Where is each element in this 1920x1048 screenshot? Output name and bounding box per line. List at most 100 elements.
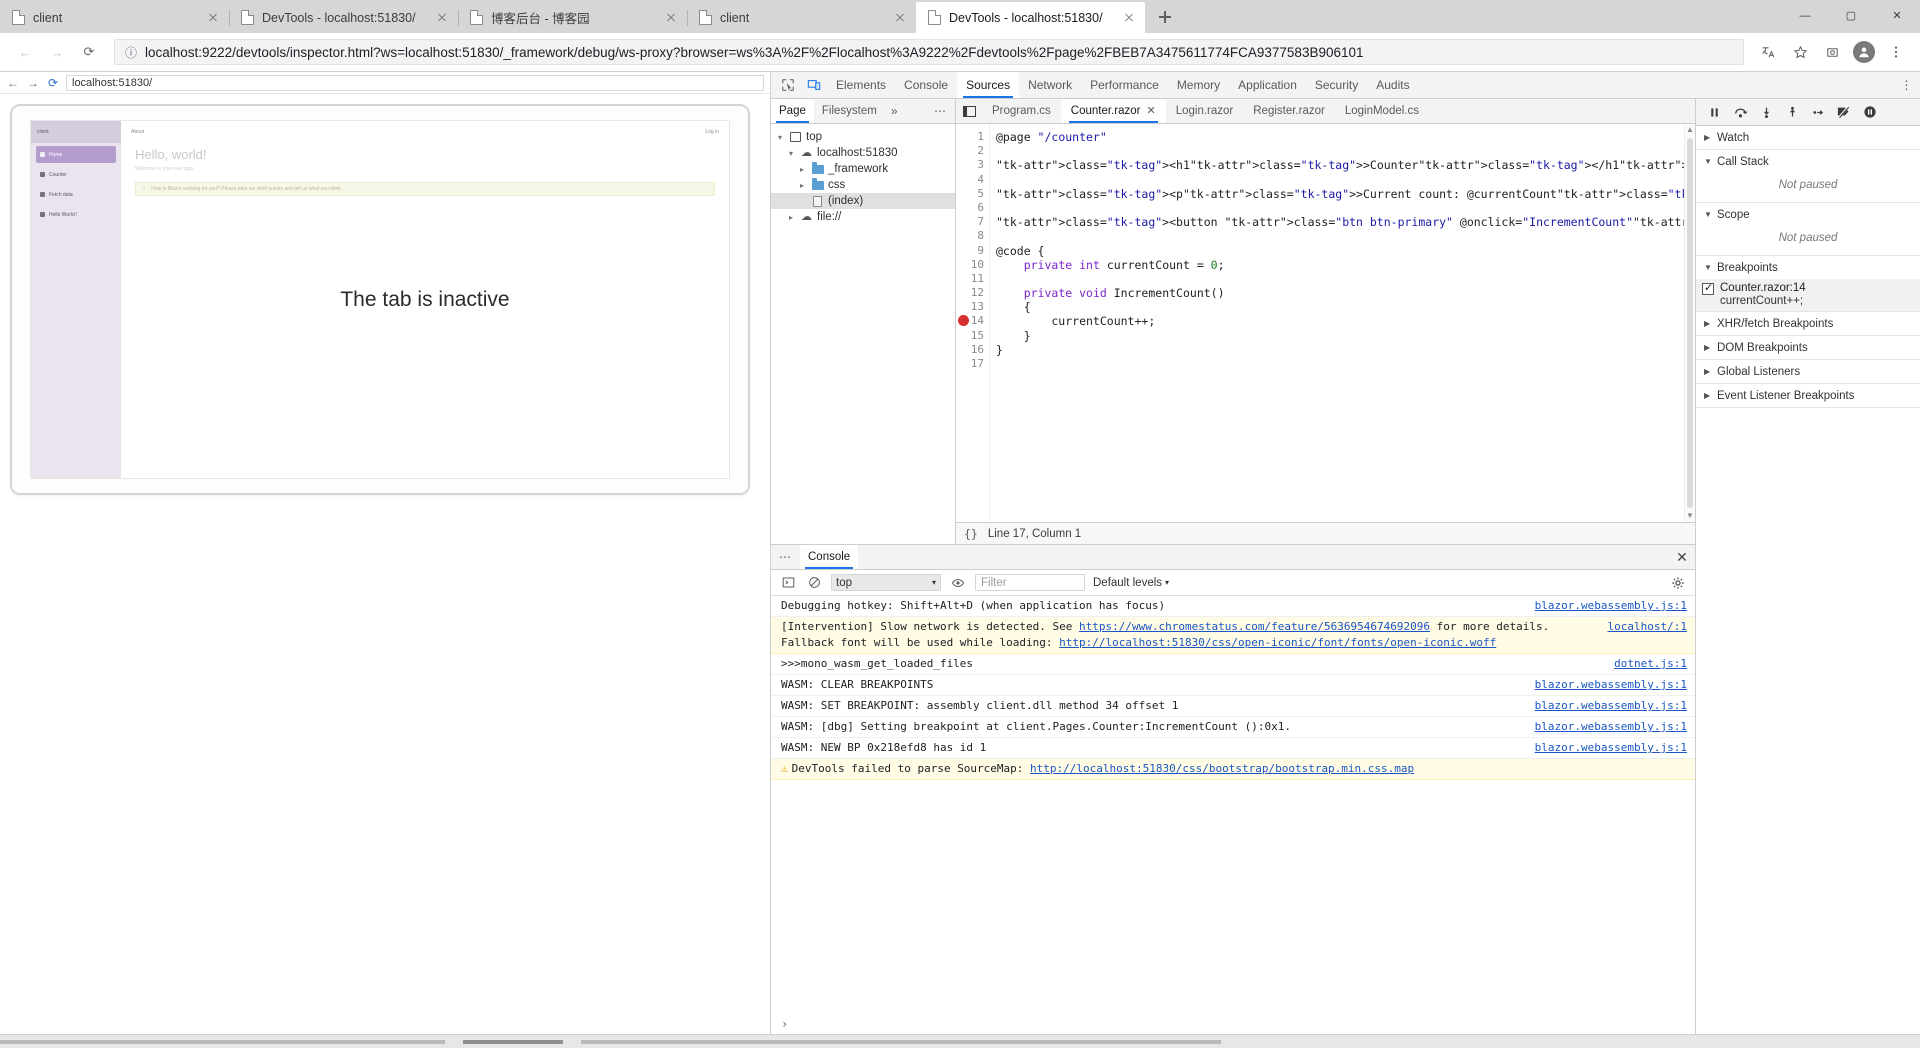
line-number[interactable]: 13 xyxy=(956,300,984,314)
address-bar[interactable]: ⓘ localhost:9222/devtools/inspector.html… xyxy=(114,39,1744,65)
console-sidebar-toggle-icon[interactable] xyxy=(779,574,797,592)
line-number[interactable]: 3 xyxy=(956,158,984,172)
forward-button[interactable]: → xyxy=(42,37,72,67)
app-nav-item[interactable]: Counter xyxy=(36,166,116,183)
browser-tab[interactable]: client xyxy=(687,2,916,33)
devtools-tab-memory[interactable]: Memory xyxy=(1168,72,1229,98)
line-number[interactable]: 16 xyxy=(956,343,984,357)
tab-close-icon[interactable] xyxy=(1121,10,1137,26)
tree-twisty-icon[interactable]: ▾ xyxy=(786,149,796,158)
app-nav-item[interactable]: Hello World ! xyxy=(36,206,116,223)
file-tree[interactable]: ▾top▾☁localhost:51830▸_framework▸css▸(in… xyxy=(771,124,955,544)
reload-button[interactable]: ⟳ xyxy=(74,37,104,67)
inner-url-field[interactable]: localhost:51830/ xyxy=(66,74,764,91)
file-tree-item[interactable]: ▸ ☁ file:// xyxy=(771,209,955,225)
line-number[interactable]: 10 xyxy=(956,258,984,272)
close-window-button[interactable]: ✕ xyxy=(1874,0,1920,31)
devtools-tab-performance[interactable]: Performance xyxy=(1081,72,1168,98)
new-tab-button[interactable] xyxy=(1151,3,1179,31)
breakpoint-checkbox[interactable] xyxy=(1702,281,1714,295)
inner-back-icon[interactable]: ← xyxy=(6,76,20,90)
line-number[interactable]: 9 xyxy=(956,244,984,258)
line-number[interactable]: 8 xyxy=(956,229,984,243)
console-levels-select[interactable]: Default levels ▾ xyxy=(1093,577,1169,589)
editor-tab[interactable]: Register.razor xyxy=(1243,99,1335,123)
console-link[interactable]: https://www.chromestatus.com/feature/563… xyxy=(1079,620,1430,633)
extensions-icon[interactable] xyxy=(1818,38,1846,66)
debugger-section-header[interactable]: ▶ Watch xyxy=(1696,126,1920,149)
tab-close-icon[interactable] xyxy=(663,10,679,26)
console-link[interactable]: http://localhost:51830/css/open-iconic/f… xyxy=(1059,636,1496,649)
console-context-select[interactable]: top ▾ xyxy=(831,574,941,591)
drawer-tab-console[interactable]: Console xyxy=(800,545,859,569)
step-out-button[interactable] xyxy=(1780,100,1804,124)
line-number[interactable]: 1 xyxy=(956,130,984,144)
pause-resume-button[interactable] xyxy=(1702,100,1726,124)
caret-right-icon[interactable]: ▶ xyxy=(1704,133,1712,142)
app-nav-item[interactable]: Fetch data xyxy=(36,186,116,203)
tab-close-icon[interactable] xyxy=(205,10,221,26)
step-into-button[interactable] xyxy=(1754,100,1778,124)
line-number[interactable]: 12 xyxy=(956,286,984,300)
editor-tab[interactable]: Counter.razor ✕ xyxy=(1060,99,1166,123)
gear-icon[interactable] xyxy=(1669,574,1687,592)
console-source-link[interactable]: blazor.webassembly.js:1 xyxy=(1535,740,1687,756)
line-number[interactable]: 2 xyxy=(956,144,984,158)
line-number[interactable]: 11 xyxy=(956,272,984,286)
debugger-section-header[interactable]: ▶ DOM Breakpoints xyxy=(1696,336,1920,359)
debugger-section-header[interactable]: ▼ Scope xyxy=(1696,203,1920,226)
line-number[interactable]: 5 xyxy=(956,187,984,201)
devtools-tab-application[interactable]: Application xyxy=(1229,72,1306,98)
file-tree-item[interactable]: ▸ css xyxy=(771,177,955,193)
console-message-list[interactable]: Debugging hotkey: Shift+Alt+D (when appl… xyxy=(771,596,1695,1014)
debugger-section-header[interactable]: ▶ Event Listener Breakpoints xyxy=(1696,384,1920,407)
navigator-tab-filesystem[interactable]: Filesystem xyxy=(814,99,885,123)
caret-right-icon[interactable]: ▶ xyxy=(1704,391,1712,400)
devtools-more-button[interactable]: ⋮ xyxy=(1894,73,1920,98)
editor-tab[interactable]: Login.razor xyxy=(1166,99,1244,123)
console-source-link[interactable]: blazor.webassembly.js:1 xyxy=(1535,698,1687,714)
line-number[interactable]: 14 xyxy=(956,314,984,328)
file-tree-item[interactable]: ▾ top xyxy=(771,129,955,145)
devtools-tab-sources[interactable]: Sources xyxy=(957,72,1020,98)
caret-right-icon[interactable]: ▶ xyxy=(1704,367,1712,376)
inner-forward-icon[interactable]: → xyxy=(26,76,40,90)
tree-twisty-icon[interactable]: ▸ xyxy=(797,165,807,174)
navigator-overflow-chevron[interactable]: » xyxy=(885,104,904,118)
console-source-link[interactable]: localhost/:1 xyxy=(1608,619,1687,635)
debugger-section-header[interactable]: ▼ Call Stack xyxy=(1696,150,1920,173)
avatar[interactable] xyxy=(1850,38,1878,66)
drawer-close-button[interactable]: ✕ xyxy=(1669,545,1695,569)
browser-tab[interactable]: DevTools - localhost:51830/ xyxy=(916,2,1145,33)
devtools-tab-audits[interactable]: Audits xyxy=(1367,72,1418,98)
debugger-section-header[interactable]: ▼ Breakpoints xyxy=(1696,256,1920,279)
devtools-tab-elements[interactable]: Elements xyxy=(827,72,895,98)
code-area[interactable]: 1 2 3 4 5 6 7 8 9 10 11 12 13 14 15 16 17 @page "/counte… xyxy=(956,124,1695,522)
devtools-tab-console[interactable]: Console xyxy=(895,72,957,98)
code-content[interactable]: @page "/counter" "tk-attr">class="tk-tag… xyxy=(990,124,1695,522)
back-button[interactable]: ← xyxy=(10,37,40,67)
clear-console-icon[interactable] xyxy=(805,574,823,592)
drawer-more-button[interactable]: ⋯ xyxy=(771,550,800,564)
collapse-sidebar-icon[interactable] xyxy=(956,99,982,123)
inner-reload-icon[interactable]: ⟳ xyxy=(46,76,60,90)
editor-tab[interactable]: Program.cs xyxy=(982,99,1061,123)
console-link[interactable]: http://localhost:51830/css/bootstrap/boo… xyxy=(1030,762,1414,775)
browser-menu-icon[interactable] xyxy=(1882,38,1910,66)
console-source-link[interactable]: blazor.webassembly.js:1 xyxy=(1535,719,1687,735)
caret-down-icon[interactable]: ▼ xyxy=(1704,210,1712,219)
breakpoint-marker[interactable] xyxy=(958,315,969,327)
star-icon[interactable] xyxy=(1786,38,1814,66)
app-nav-item[interactable]: Home xyxy=(36,146,116,163)
line-number-gutter[interactable]: 1 2 3 4 5 6 7 8 9 10 11 12 13 14 15 16 17 xyxy=(956,124,990,522)
tab-close-icon[interactable] xyxy=(892,10,908,26)
minimize-button[interactable]: — xyxy=(1782,0,1828,31)
scroll-down-arrow[interactable]: ▼ xyxy=(1685,510,1695,522)
pause-on-exceptions-button[interactable] xyxy=(1858,100,1882,124)
navigator-more-button[interactable]: ⋯ xyxy=(926,104,955,118)
step-over-button[interactable] xyxy=(1728,100,1752,124)
tab-close-icon[interactable] xyxy=(434,10,450,26)
line-number[interactable]: 4 xyxy=(956,173,984,187)
app-brand[interactable]: client xyxy=(31,121,121,143)
file-tree-item[interactable]: ▾ ☁ localhost:51830 xyxy=(771,145,955,161)
